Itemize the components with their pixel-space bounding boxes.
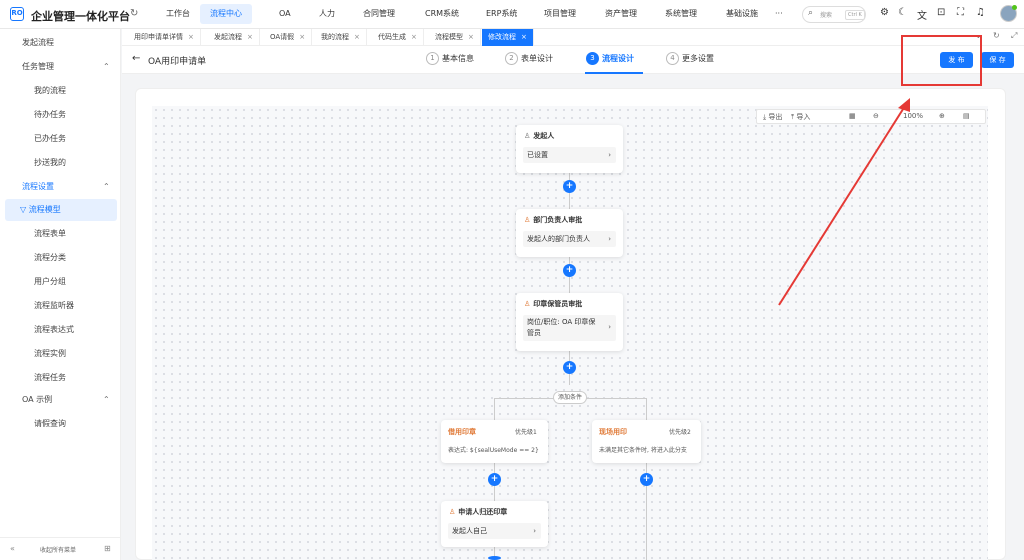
arrow-shaft bbox=[778, 105, 906, 306]
arrow-head bbox=[898, 98, 910, 112]
annotation-arrow bbox=[778, 98, 910, 306]
